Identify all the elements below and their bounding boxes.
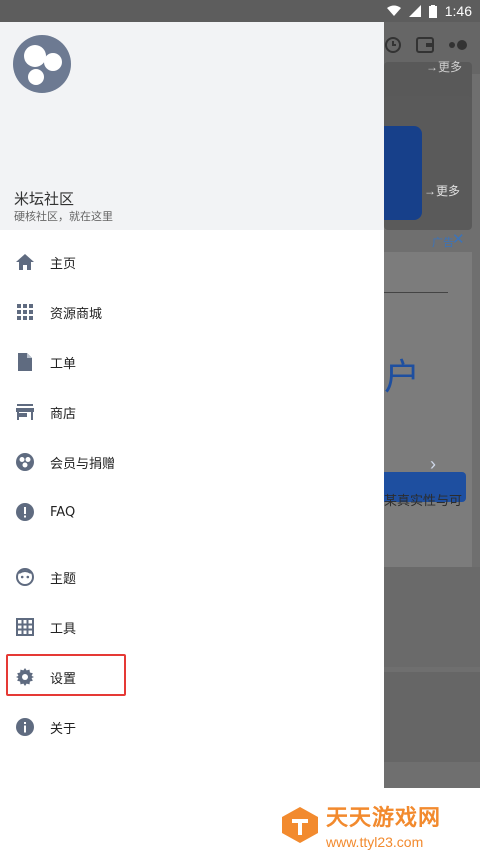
status-icons: 1:46 xyxy=(386,2,472,20)
app-logo xyxy=(13,35,71,93)
menu-item-label: 会员与捐赠 xyxy=(50,456,116,472)
chevron-right-icon: › xyxy=(430,454,436,474)
background-ad-label: 广告 xyxy=(432,236,454,249)
menu-item-about[interactable]: 关于 xyxy=(0,702,384,752)
clock-icon xyxy=(385,37,401,53)
menu-item-label: 工单 xyxy=(50,356,77,372)
face-icon xyxy=(15,567,35,587)
background-more-link: →更多 xyxy=(426,60,463,74)
status-bar: 1:46 xyxy=(0,0,480,22)
background-ad-close-icon: ✕ xyxy=(452,231,465,248)
background-ad xyxy=(384,252,472,574)
drawer-header: 米坛社区 硬核社区，就在这里 xyxy=(0,22,384,230)
background-section xyxy=(384,672,480,762)
menu-item-faq[interactable]: FAQ xyxy=(0,487,384,537)
menu-item-label: 资源商城 xyxy=(50,306,103,322)
watermark-logo xyxy=(282,807,318,843)
member-icon xyxy=(15,452,35,472)
menu-item-ticket[interactable]: 工单 xyxy=(0,337,384,387)
background-ad-headline: 户 xyxy=(384,357,421,398)
wallet-icon xyxy=(416,37,434,53)
highlight-box xyxy=(6,654,126,696)
watermark-title: 天天游戏网 xyxy=(326,806,442,831)
watermark: 天天游戏网 www.ttyl23.com xyxy=(280,800,441,850)
background-section xyxy=(384,567,480,667)
info-alert-icon xyxy=(15,502,35,522)
menu-item-label: 关于 xyxy=(50,721,77,737)
background-banner-image xyxy=(384,126,422,220)
apps-grid-icon xyxy=(15,302,35,322)
app-tagline: 硬核社区，就在这里 xyxy=(14,210,113,223)
signal-icon xyxy=(408,5,421,17)
store-icon xyxy=(15,402,35,422)
menu-item-label: 主题 xyxy=(50,571,77,587)
menu-item-store[interactable]: 商店 xyxy=(0,387,384,437)
background-ad-text: 某真实性与可 xyxy=(384,494,463,509)
menu-item-label: 主页 xyxy=(50,256,77,272)
menu-item-tools[interactable]: 工具 xyxy=(0,602,384,652)
menu-item-label: 工具 xyxy=(50,621,77,637)
status-time: 1:46 xyxy=(444,3,472,19)
background-divider xyxy=(384,292,448,293)
app-name: 米坛社区 xyxy=(14,190,75,208)
menu-item-theme[interactable]: 主题 xyxy=(0,552,384,602)
document-icon xyxy=(15,352,35,372)
more-dots-icon xyxy=(449,40,467,50)
menu-item-label: 商店 xyxy=(50,406,77,422)
battery-icon xyxy=(428,4,437,18)
menu-item-label: FAQ xyxy=(50,504,76,520)
grid-table-icon xyxy=(15,617,35,637)
info-icon xyxy=(15,717,35,737)
watermark-url: www.ttyl23.com xyxy=(326,834,424,850)
menu-item-resource-mall[interactable]: 资源商城 xyxy=(0,287,384,337)
menu-item-home[interactable]: 主页 xyxy=(0,237,384,287)
background-more-link: →更多 xyxy=(424,184,461,198)
background-toolbar-icons xyxy=(384,36,468,54)
home-icon xyxy=(15,252,35,272)
wifi-icon xyxy=(386,5,401,16)
navigation-drawer: 米坛社区 硬核社区，就在这里 主页 资源商城 工单 商店 会员与捐赠 FAQ 主… xyxy=(0,22,384,788)
menu-item-membership[interactable]: 会员与捐赠 xyxy=(0,437,384,487)
